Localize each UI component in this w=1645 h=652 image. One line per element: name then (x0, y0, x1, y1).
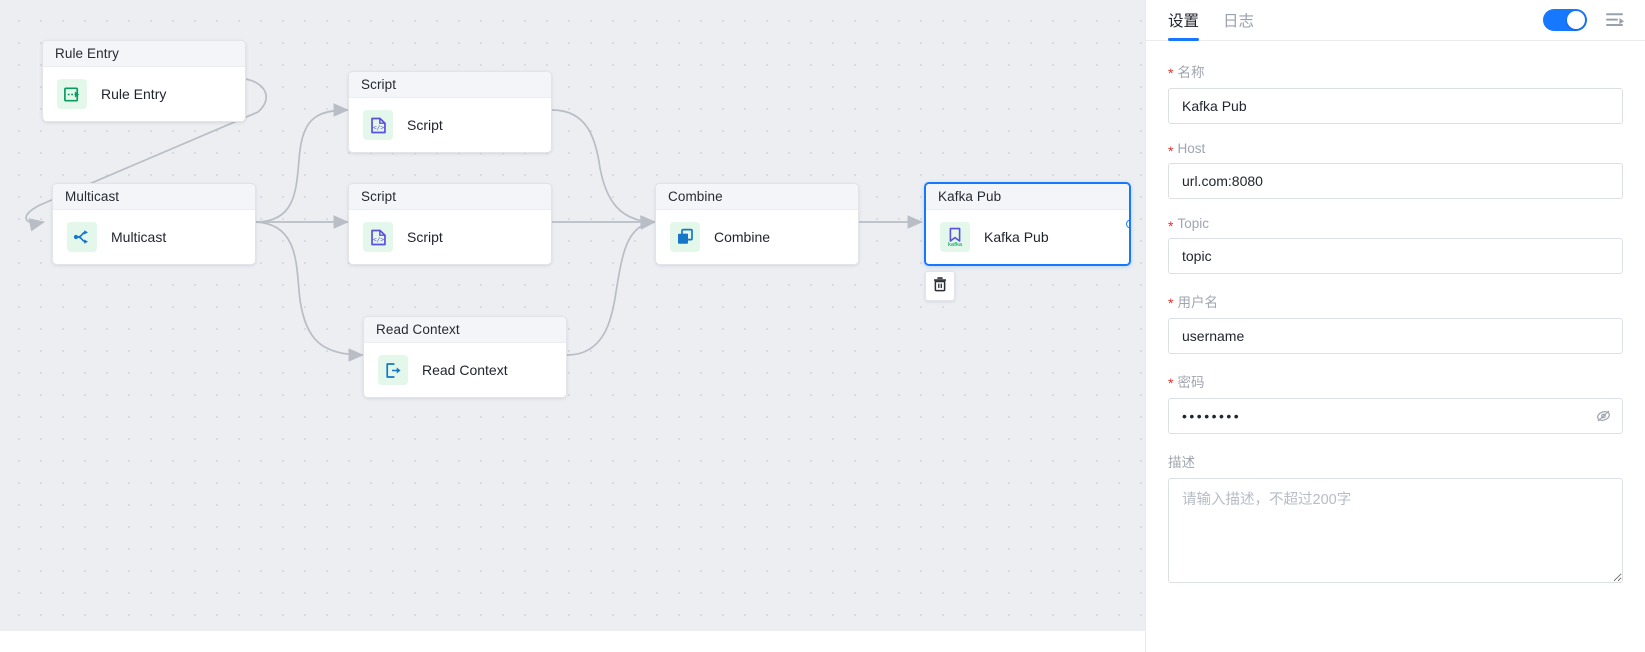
node-header: Script (349, 72, 551, 98)
flow-canvas[interactable]: Rule Entry Rule Entry Multicast Multicas… (0, 0, 1145, 652)
field-topic: * Topic (1168, 216, 1623, 274)
required-asterisk: * (1168, 65, 1174, 81)
settings-form: * 名称 * Host * Topic (1146, 41, 1645, 652)
node-kafka-pub[interactable]: Kafka Pub kafka Kafka Pub (924, 182, 1131, 266)
required-asterisk: * (1168, 375, 1174, 391)
node-header-label: Rule Entry (55, 46, 120, 61)
properties-panel: 设置 日志 * 名称 Kafka Pub * Host url.com:8080… (1145, 0, 1645, 652)
toggle-knob (1567, 11, 1585, 29)
field-description-label: 描述 (1168, 451, 1623, 471)
node-header: Rule Entry (43, 41, 245, 67)
description-textarea[interactable] (1168, 478, 1623, 583)
multicast-icon (67, 222, 97, 252)
field-topic-label: * Topic (1168, 216, 1623, 234)
field-host-label: * Host (1168, 141, 1623, 159)
panel-tabs: 设置 日志 (1168, 0, 1254, 41)
node-header-label: Combine (668, 189, 723, 204)
field-username-label: * 用户名 (1168, 291, 1623, 311)
node-label: Rule Entry (101, 86, 167, 102)
field-label-text: 名称 (1177, 65, 1205, 80)
trash-icon (932, 276, 948, 297)
node-header: Kafka Pub (926, 184, 1129, 210)
node-label: Multicast (111, 229, 167, 245)
tab-settings-label: 设置 (1168, 13, 1200, 30)
node-label: Read Context (422, 362, 508, 378)
field-label-text: Topic (1177, 216, 1209, 231)
combine-icon (670, 222, 700, 252)
list-indent-icon[interactable] (1605, 11, 1625, 29)
node-combine[interactable]: Combine Combine (655, 183, 859, 265)
svg-text:</>: </> (372, 236, 384, 243)
node-label: Script (407, 229, 443, 245)
node-label: Combine (714, 229, 771, 245)
node-header: Read Context (364, 317, 566, 343)
node-header: Script (349, 184, 551, 210)
node-body: Multicast (53, 210, 255, 264)
node-header-label: Multicast (65, 189, 120, 204)
node-label: Kafka Pub (984, 229, 1049, 245)
svg-text:kafka: kafka (948, 242, 963, 248)
field-name: * 名称 (1168, 61, 1623, 124)
field-label-text: Host (1177, 141, 1206, 156)
password-input[interactable]: •••••••• (1168, 398, 1623, 434)
field-description: 描述 (1168, 451, 1623, 588)
read-context-icon (378, 355, 408, 385)
script-icon: </> (363, 110, 393, 140)
node-header-label: Kafka Pub (938, 189, 1002, 204)
node-script-2[interactable]: Script </> Script (348, 183, 552, 265)
node-rule-entry[interactable]: Rule Entry Rule Entry (42, 40, 246, 122)
node-header: Combine (656, 184, 858, 210)
eye-invisible-icon[interactable] (1595, 408, 1612, 425)
node-header-label: Script (361, 189, 397, 204)
tab-logs-label: 日志 (1223, 13, 1255, 30)
node-body: Read Context (364, 343, 566, 397)
topic-input[interactable] (1168, 238, 1623, 274)
node-header: Multicast (53, 184, 255, 210)
node-body: </> Script (349, 210, 551, 264)
field-label-text: 描述 (1168, 455, 1195, 470)
node-body: </> Script (349, 98, 551, 152)
host-input[interactable] (1168, 163, 1623, 199)
rule-entry-icon (57, 79, 87, 109)
password-input-wrap: •••••••• (1168, 398, 1623, 434)
node-body: Combine (656, 210, 858, 264)
kafka-icon: kafka (940, 222, 970, 252)
node-output-port[interactable] (1126, 219, 1129, 229)
node-header-label: Read Context (376, 322, 460, 337)
delete-node-button[interactable] (925, 271, 955, 301)
panel-header: 设置 日志 (1146, 0, 1645, 41)
node-body: Rule Entry (43, 67, 245, 121)
node-multicast[interactable]: Multicast Multicast (52, 183, 256, 265)
required-asterisk: * (1168, 142, 1174, 159)
field-username: * 用户名 (1168, 291, 1623, 354)
rule-editor-app: Rule Entry Rule Entry Multicast Multicas… (0, 0, 1645, 652)
username-input[interactable] (1168, 318, 1623, 354)
required-asterisk: * (1168, 295, 1174, 311)
name-input[interactable] (1168, 88, 1623, 124)
field-host: * Host (1168, 141, 1623, 199)
field-password: * 密码 •••••••• (1168, 371, 1623, 434)
svg-text:</>: </> (372, 124, 384, 131)
node-header-label: Script (361, 77, 397, 92)
field-password-label: * 密码 (1168, 371, 1623, 391)
field-label-text: 用户名 (1177, 295, 1218, 310)
tab-logs[interactable]: 日志 (1223, 0, 1254, 41)
field-label-text: 密码 (1177, 375, 1205, 390)
field-name-label: * 名称 (1168, 61, 1623, 81)
enable-toggle[interactable] (1543, 9, 1587, 31)
node-read-context[interactable]: Read Context Read Context (363, 316, 567, 398)
required-asterisk: * (1168, 217, 1174, 234)
canvas-bottom-strip (0, 630, 1145, 652)
node-body: kafka Kafka Pub (926, 210, 1129, 264)
node-script-1[interactable]: Script </> Script (348, 71, 552, 153)
panel-header-actions (1543, 9, 1625, 31)
node-label: Script (407, 117, 443, 133)
tab-settings[interactable]: 设置 (1168, 0, 1200, 41)
script-icon: </> (363, 222, 393, 252)
